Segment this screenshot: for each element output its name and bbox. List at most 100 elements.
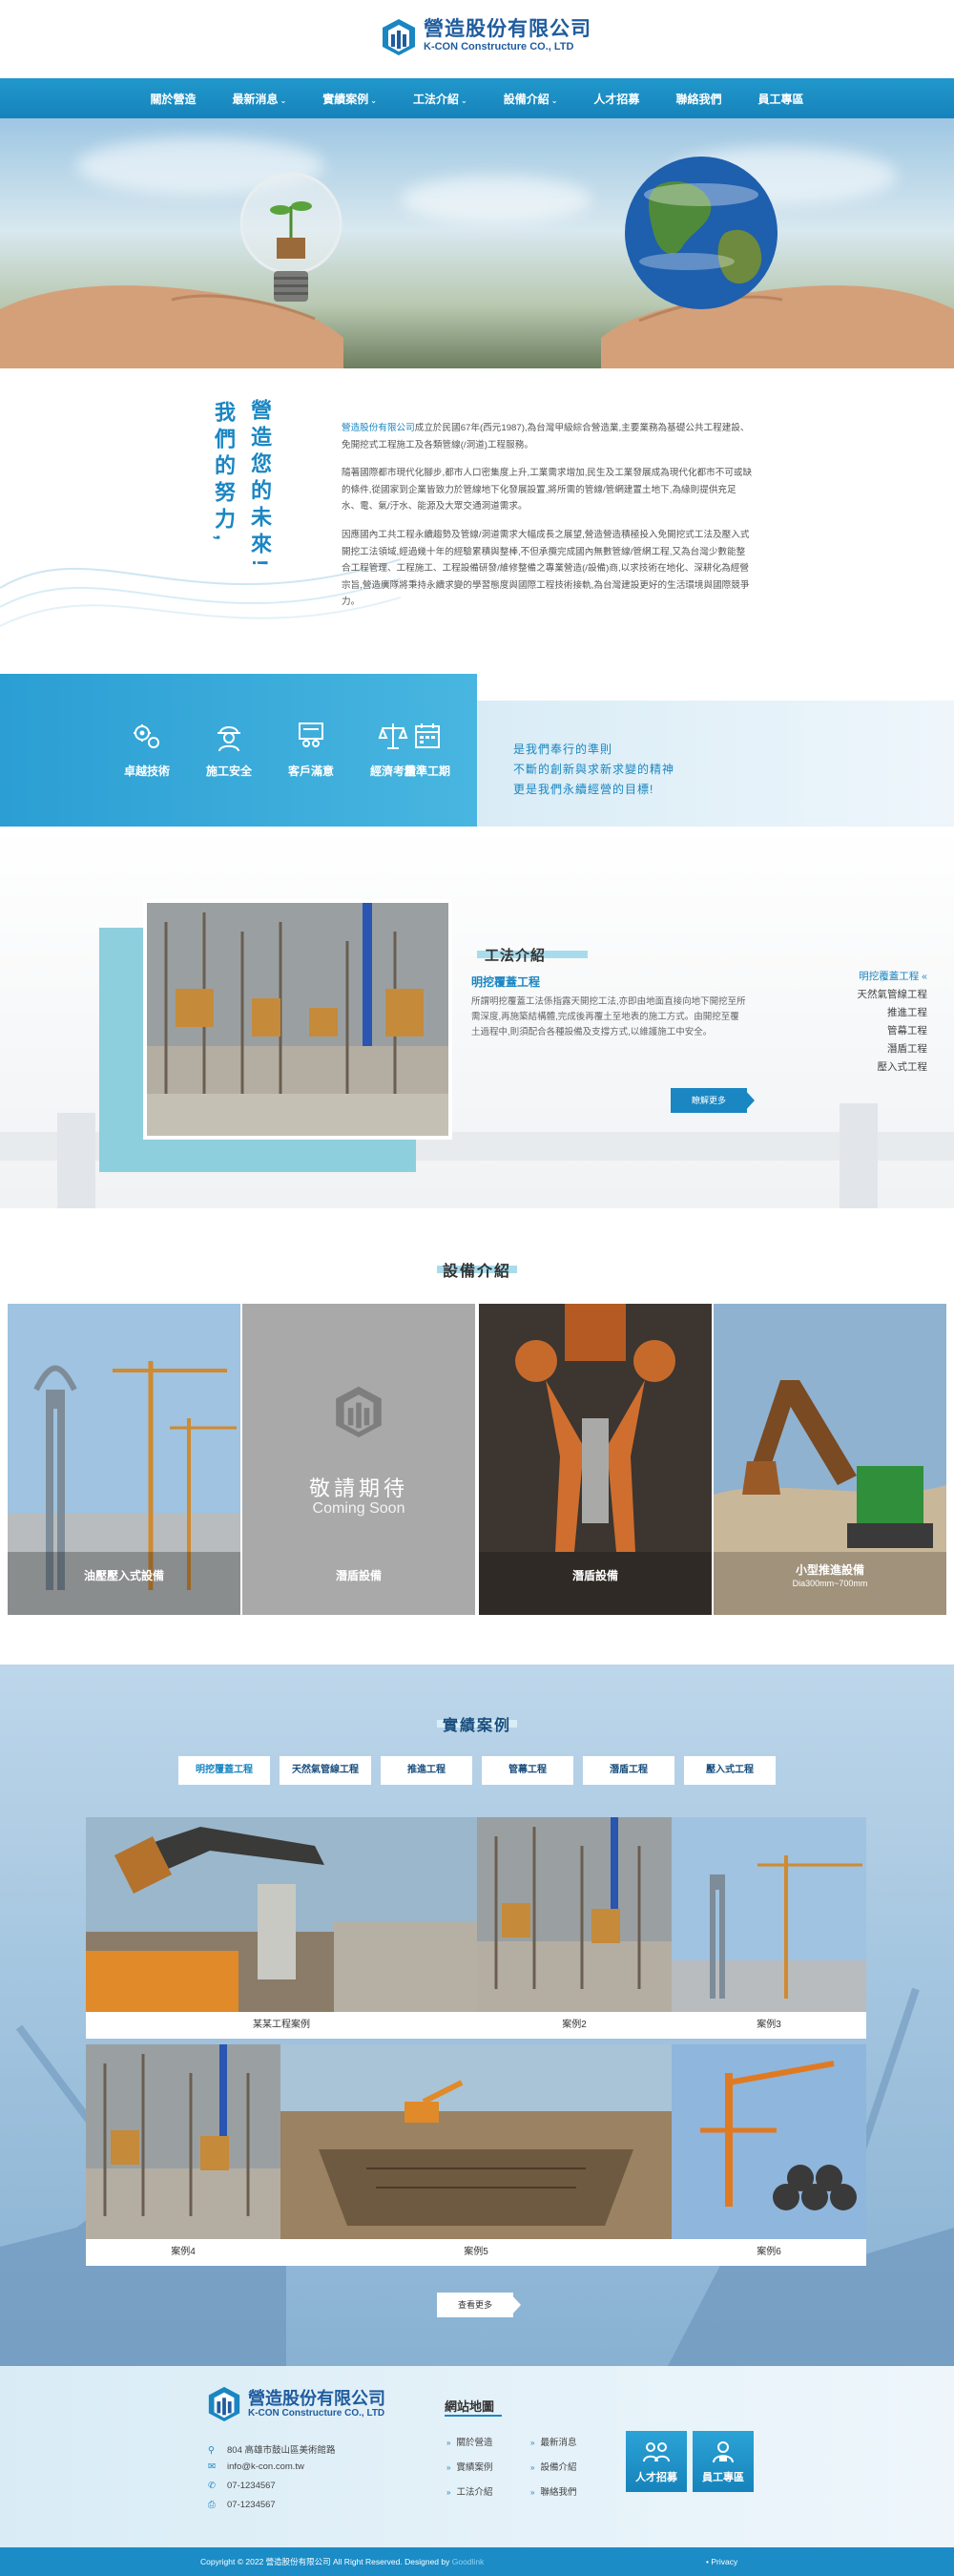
nav-about-label: 關於營造 (150, 92, 197, 106)
intro-heading-left: 我們的努力, (212, 401, 236, 547)
tab-pipe-jacking[interactable]: 推進工程 (381, 1756, 472, 1785)
nav-equipment[interactable]: 設備介紹 ⌄ (504, 91, 558, 107)
nav-news[interactable]: 最新消息 ⌄ (233, 91, 287, 107)
equipment-label: 小型推進設備 (795, 1563, 864, 1577)
nav-contact[interactable]: 聯絡我們 (675, 91, 721, 107)
map-pin-icon: ⚲ (208, 2445, 215, 2456)
sitemap-link[interactable]: » 實績案例 (446, 2460, 492, 2473)
nav-staff[interactable]: 員工專區 (757, 91, 803, 107)
site-logo[interactable]: 營造股份有限公司 K-CON Constructure CO., LTD (380, 17, 591, 55)
logo-name: 營造股份有限公司 (424, 18, 591, 40)
nav-about[interactable]: 關於營造 (151, 91, 197, 107)
case-card[interactable]: 案例5 (280, 2044, 672, 2266)
tab-open-cut[interactable]: 明挖覆蓋工程 (178, 1756, 270, 1785)
intro-paragraph-1: 營造股份有限公司成立於民國67年(西元1987),為台灣甲級綜合營造業,主要業務… (342, 420, 754, 453)
intro-heading-right: 營造您的未來! (248, 399, 272, 573)
sitemap-title: 網站地圖 (445, 2399, 495, 2414)
case-caption: 案例6 (757, 2247, 781, 2257)
motto-line: 更是我們永續經營的目標! (513, 783, 654, 796)
sitemap-link[interactable]: » 設備介紹 (530, 2460, 576, 2473)
construction-site-image (477, 1817, 672, 2012)
tab-gas-pipeline[interactable]: 天然氣管線工程 (280, 1756, 371, 1785)
sitemap-link[interactable]: » 聯絡我們 (530, 2484, 576, 2498)
motto-line: 是我們奉行的準則 (513, 743, 613, 756)
intro-section: 營造您的未來! 我們的努力, 營造股份有限公司成立於民國67年(西元1987),… (0, 368, 954, 674)
footer-name: 營造股份有限公司 (248, 2388, 385, 2408)
coming-soon-subtitle: Coming Soon (312, 1500, 405, 1517)
equipment-card[interactable]: 油壓壓入式設備 (8, 1304, 240, 1615)
case-card[interactable]: 案例4 (86, 2044, 280, 2266)
method-side-item[interactable]: 潛盾工程 (858, 1040, 927, 1058)
tab-press-in[interactable]: 壓入式工程 (684, 1756, 776, 1785)
case-card[interactable]: 某某工程案例 (86, 1817, 477, 2039)
nav-equipment-label: 設備介紹 (503, 92, 550, 106)
double-chevron-right-icon: » (530, 2463, 535, 2472)
equipment-section: 設備介紹 油壓壓入式設備 敬請期待 Coming Soon 潛盾設備 潛盾設備 … (0, 1208, 954, 1665)
tab-shield[interactable]: 潛盾工程 (583, 1756, 674, 1785)
method-side-item[interactable]: 壓入式工程 (858, 1058, 928, 1077)
cases-more-button[interactable]: 查看更多 (437, 2293, 513, 2317)
recruit-button[interactable]: 人才招募 (626, 2431, 687, 2492)
equipment-card[interactable]: 敬請期待 Coming Soon 潛盾設備 (242, 1304, 475, 1615)
method-side-item[interactable]: 管幕工程 (858, 1022, 927, 1040)
sitemap-label: 聯絡我們 (540, 2487, 577, 2498)
nav-recruit[interactable]: 人才招募 (593, 91, 639, 107)
tab-pipe-roof[interactable]: 管幕工程 (482, 1756, 573, 1785)
staff-button[interactable]: 員工專區 (693, 2431, 754, 2492)
chevron-down-icon: ⌄ (370, 95, 377, 105)
method-more-button[interactable]: 瞭解更多 (671, 1088, 747, 1113)
double-chevron-right-icon: » (446, 2488, 451, 2497)
case-card[interactable]: 案例6 (672, 2044, 866, 2266)
footer-logo[interactable]: 營造股份有限公司 K-CON Constructure CO., LTD (206, 2385, 385, 2421)
equipment-label: 潛盾設備 (335, 1569, 382, 1582)
value-satisfaction: 客戶滿意 (277, 720, 345, 779)
arrow-tail-icon (509, 2293, 521, 2317)
arrow-tail-icon (743, 1088, 755, 1113)
wave-decoration-icon (0, 558, 401, 627)
footer-email[interactable]: ✉ info@k-con.com.tw (208, 2461, 304, 2472)
method-side-item[interactable]: 明挖覆蓋工程 « (858, 968, 927, 986)
address-text: 804 高雄市鼓山區美術館路 (227, 2445, 336, 2456)
privacy-link[interactable]: • Privacy (706, 2547, 737, 2576)
excavator-site-image (86, 1817, 477, 2012)
building-logo-icon (208, 2386, 240, 2421)
method-side-item[interactable]: 天然氣管線工程 (858, 986, 928, 1004)
equipment-label: 潛盾設備 (571, 1569, 618, 1582)
nav-cases[interactable]: 實績案例 ⌄ (322, 91, 377, 107)
footer-phone[interactable]: ✆ 07-1234567 (208, 2481, 276, 2491)
construction-site-image (143, 899, 452, 1140)
sitemap-link[interactable]: » 工法介紹 (446, 2484, 492, 2498)
motto-line: 不斷的創新與求新求變的精神 (513, 763, 675, 776)
sitemap-link[interactable]: » 最新消息 (530, 2435, 576, 2448)
double-chevron-right-icon: » (530, 2439, 535, 2447)
case-caption: 案例3 (757, 2020, 781, 2030)
bridge-construction-image (672, 1817, 866, 2012)
crane-pipes-image (672, 2044, 866, 2239)
phone-icon: ✆ (208, 2481, 216, 2491)
sitemap-link[interactable]: » 關於營造 (446, 2435, 492, 2448)
site-footer: 營造股份有限公司 K-CON Constructure CO., LTD ⚲ 80… (0, 2366, 954, 2547)
method-side-item[interactable]: 推進工程 (858, 1004, 927, 1022)
case-caption: 案例2 (562, 2020, 587, 2030)
nav-contact-label: 聯絡我們 (675, 92, 722, 106)
phone-text: 07-1234567 (227, 2481, 276, 2491)
chevron-down-icon: ⌄ (280, 95, 287, 105)
building-logo-icon (336, 1386, 382, 1437)
equipment-card[interactable]: 潛盾設備 (479, 1304, 712, 1615)
equipment-card[interactable]: 小型推進設備 Dia300mm~700mm (714, 1304, 946, 1615)
value-label: 卓越技術 (123, 764, 170, 778)
intro-paragraph-2: 隨著國際都市現代化腳步,都市人口密集度上升,工業需求增加,民生及工業發展成為現代… (342, 468, 753, 513)
case-card[interactable]: 案例3 (672, 1817, 866, 2039)
company-link[interactable]: 營造股份有限公司 (342, 423, 415, 433)
designer-link[interactable]: Goodlink (452, 2557, 485, 2566)
gears-icon (134, 724, 159, 748)
nav-methods[interactable]: 工法介紹 ⌄ (413, 91, 467, 107)
more-label: 查看更多 (457, 2300, 492, 2310)
side-item-label: 明挖覆蓋工程 (859, 971, 920, 982)
case-card[interactable]: 案例2 (477, 1817, 672, 2039)
nav-recruit-label: 人才招募 (593, 92, 640, 106)
case-caption: 某某工程案例 (253, 2020, 310, 2030)
case-caption: 案例5 (464, 2247, 488, 2257)
email-text: info@k-con.com.tw (227, 2461, 304, 2472)
chevron-down-icon: ⌄ (461, 95, 467, 105)
